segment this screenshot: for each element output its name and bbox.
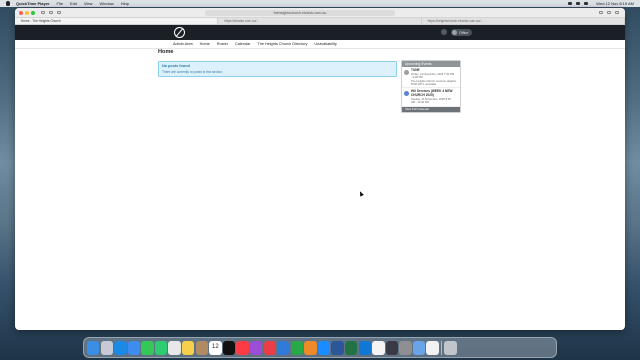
- tab-strip: Home - The Heights Church https://elvant…: [15, 18, 625, 25]
- outlook-icon[interactable]: [358, 340, 371, 355]
- safari-icon[interactable]: [114, 340, 127, 355]
- quicktime-icon[interactable]: [385, 340, 399, 355]
- search-icon[interactable]: [576, 2, 580, 5]
- photos-icon[interactable]: [168, 340, 181, 355]
- notifications-icon[interactable]: [441, 29, 447, 35]
- toolbar-right-icons: [599, 11, 619, 14]
- no-posts-alert: No posts found There are currently no po…: [158, 61, 397, 77]
- page-title: Home: [158, 49, 174, 55]
- excel-icon[interactable]: [344, 340, 358, 355]
- wifi-icon[interactable]: [568, 2, 572, 5]
- apple-menu-icon[interactable]: [6, 1, 10, 6]
- textedit-icon[interactable]: [426, 340, 439, 355]
- user-name: Office: [459, 30, 469, 35]
- tab-second[interactable]: https://elvanto.com.au/...: [218, 18, 422, 24]
- close-window-button[interactable]: [19, 10, 23, 15]
- preview-icon[interactable]: [412, 340, 426, 355]
- window-controls: [19, 10, 35, 15]
- podcasts-icon[interactable]: [249, 340, 263, 355]
- menu-help[interactable]: Help: [121, 0, 129, 7]
- sidebar-toggle-icon[interactable]: [41, 11, 45, 14]
- settings-icon[interactable]: [399, 340, 412, 355]
- finder-icon[interactable]: [87, 340, 100, 355]
- music-icon[interactable]: [236, 340, 249, 355]
- user-menu[interactable]: Office: [451, 29, 473, 36]
- nav-home[interactable]: Home: [200, 42, 210, 46]
- appletv-icon[interactable]: [222, 340, 236, 355]
- address-bar[interactable]: theheightschurch.elvanto.com.au: [205, 10, 395, 16]
- view-full-calendar-link[interactable]: View Full Calendar: [402, 107, 460, 112]
- appstore-icon[interactable]: [317, 340, 331, 355]
- word-icon[interactable]: [331, 340, 344, 355]
- toolbar-left-icons: [41, 11, 61, 14]
- back-icon[interactable]: [49, 11, 53, 14]
- event-icon: [404, 70, 409, 75]
- calendar-icon[interactable]: [209, 340, 222, 355]
- nav-directory[interactable]: The Heights Church Directory: [257, 42, 307, 46]
- status-icons: [568, 2, 588, 5]
- nav-calendar[interactable]: Calendar: [235, 42, 250, 46]
- avatar: [452, 30, 457, 35]
- macos-dock: [83, 337, 557, 358]
- numbers-icon[interactable]: [290, 340, 304, 355]
- menu-view[interactable]: View: [84, 0, 93, 7]
- browser-toolbar: theheightschurch.elvanto.com.au: [15, 8, 625, 18]
- trash-icon[interactable]: [444, 340, 457, 355]
- nav-admin-area[interactable]: Admin Area: [173, 42, 193, 46]
- menu-window[interactable]: Window: [99, 0, 113, 7]
- alert-title: No posts found: [162, 64, 190, 68]
- tab-third[interactable]: https://heightschurch.elvanto.com.au/...: [422, 18, 625, 24]
- nav-roster[interactable]: Roster: [217, 42, 228, 46]
- dock-separator: [441, 340, 443, 355]
- control-center-icon[interactable]: [584, 2, 588, 5]
- forward-icon[interactable]: [57, 11, 61, 14]
- minimize-window-button[interactable]: [25, 10, 29, 15]
- macos-menubar: QuickTime Player File Edit View Window H…: [0, 0, 640, 7]
- upcoming-events-panel: Upcoming Events TUNE Friday, 14 November…: [401, 60, 461, 113]
- tab-home[interactable]: Home - The Heights Church: [15, 18, 219, 24]
- browser-window: theheightschurch.elvanto.com.au Home - T…: [15, 8, 625, 330]
- event-icon: [404, 91, 409, 97]
- facetime-icon[interactable]: [154, 340, 168, 355]
- notes-icon[interactable]: [182, 340, 195, 355]
- contacts-icon[interactable]: [195, 340, 209, 355]
- fullscreen-window-button[interactable]: [31, 10, 35, 15]
- event-meta: AM - 12:00 PM: [411, 101, 429, 105]
- menu-file[interactable]: File: [57, 0, 63, 7]
- menu-edit[interactable]: Edit: [70, 0, 77, 7]
- nav-unavailability[interactable]: Unavailability: [314, 42, 336, 46]
- tab-overview-icon[interactable]: [615, 11, 619, 14]
- site-header: Office: [15, 25, 625, 40]
- pages-icon[interactable]: [304, 340, 317, 355]
- event-item[interactable]: Hill Services (WEEK 4 NEW CHURCH 2025) S…: [402, 88, 460, 107]
- main-nav: Admin Area Home Roster Calendar The Heig…: [15, 40, 625, 49]
- share-icon[interactable]: [599, 11, 603, 14]
- event-item[interactable]: TUNE Friday, 14 November, 2025 7:30 PM -…: [402, 67, 460, 89]
- event-meta: NSW 2071, Australia: [411, 82, 436, 86]
- mail-icon[interactable]: [127, 340, 141, 355]
- menubar-clock[interactable]: Wed 12 Nov 8:19 AM: [596, 0, 634, 7]
- news-icon[interactable]: [263, 340, 276, 355]
- chrome-icon[interactable]: [372, 340, 385, 355]
- app-menu-name[interactable]: QuickTime Player: [16, 0, 50, 7]
- keynote-icon[interactable]: [277, 340, 290, 355]
- new-tab-icon[interactable]: [607, 11, 611, 14]
- alert-body: There are currently no posts in this sec…: [162, 70, 223, 74]
- church-logo-icon[interactable]: [174, 27, 185, 38]
- launchpad-icon[interactable]: [100, 340, 113, 355]
- messages-icon[interactable]: [141, 340, 154, 355]
